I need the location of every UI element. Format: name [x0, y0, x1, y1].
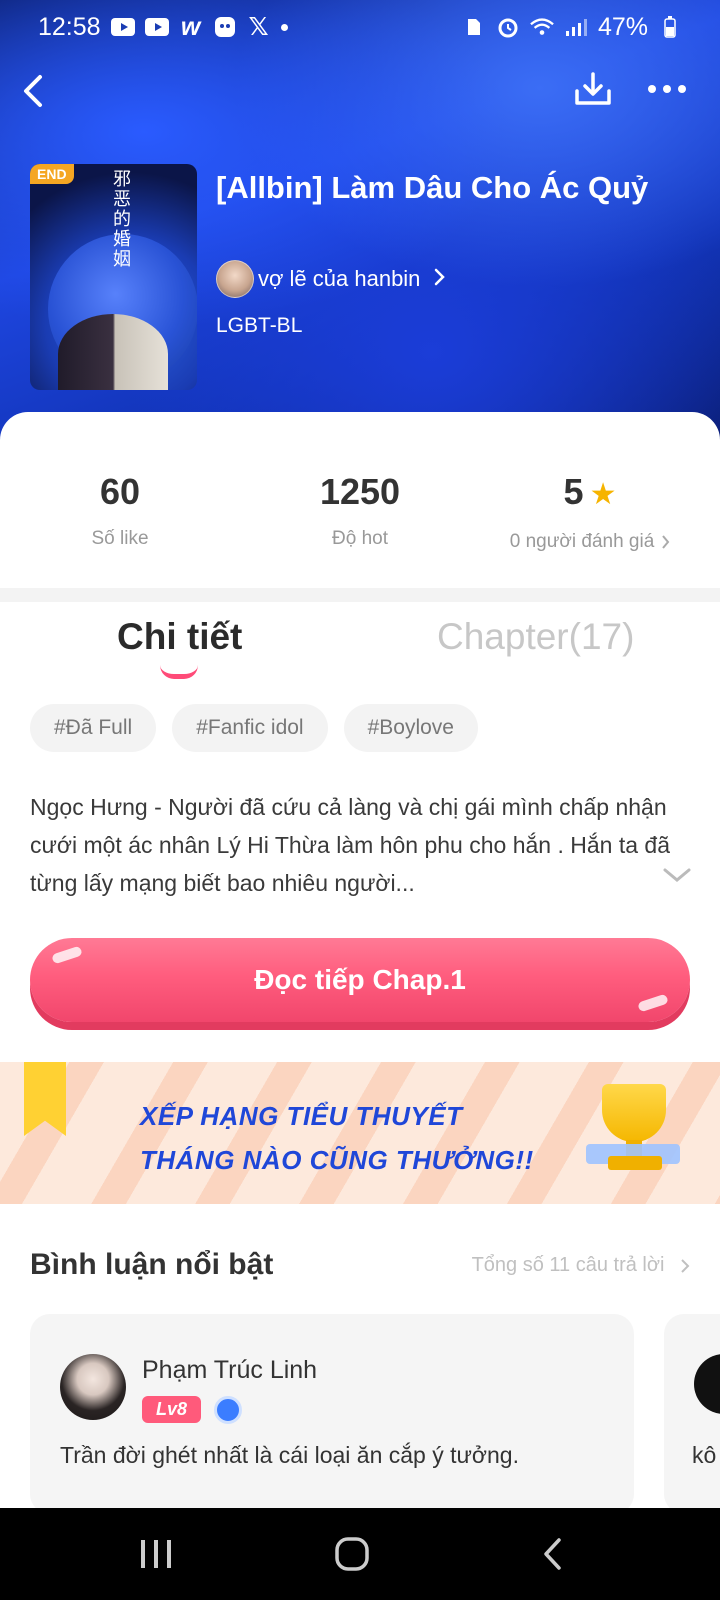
chevron-left-icon	[24, 75, 42, 107]
comments-header: Bình luận nổi bật Tổng số 11 câu trả lời	[30, 1248, 690, 1288]
home-icon	[335, 1537, 369, 1571]
stat-likes: 60 Số like	[0, 472, 240, 550]
continue-reading-label: Đọc tiếp Chap.1	[254, 964, 466, 995]
author-name: vợ lẽ của hanbin	[258, 266, 421, 291]
expand-description-button[interactable]	[660, 860, 694, 890]
author-avatar	[216, 260, 254, 298]
book-title: [Allbin] Làm Dâu Cho Ác Quỷ	[216, 170, 649, 205]
rating-label-row: 0 người đánh giá	[510, 531, 671, 553]
comments-total-link[interactable]: Tổng số 11 câu trả lời	[472, 1254, 690, 1277]
chevron-right-icon	[681, 1259, 690, 1273]
rating-count-label: 0 người đánh giá	[509, 531, 655, 552]
button-shine	[51, 945, 83, 965]
cover-title-art: 邪恶的婚姻	[113, 169, 131, 270]
comment-author: Phạm Trúc Linh	[142, 1356, 318, 1384]
chevron-down-icon	[663, 868, 691, 882]
tab-details[interactable]: Chi tiết	[117, 616, 242, 658]
tab-bar: Chi tiết Chapter(17)	[0, 602, 720, 692]
end-badge: END	[30, 164, 74, 184]
back-button[interactable]	[8, 66, 58, 116]
tag-chip[interactable]: #Đã Full	[30, 704, 157, 752]
section-divider	[0, 588, 720, 602]
more-options-button[interactable]	[642, 64, 692, 114]
book-detail-screen: 12:58 w 𝕏 47% 邪 恶 的 婚 姻 END [Allbin] Làm…	[0, 0, 720, 1600]
youtube-icon	[110, 16, 135, 38]
recent-apps-icon	[141, 1540, 171, 1568]
star-icon: ★	[589, 478, 617, 511]
avatar	[694, 1354, 720, 1414]
verified-badge-icon	[214, 1396, 242, 1424]
tag-list: #Đã Full #Fanfic idol #Boylove	[30, 704, 478, 752]
chevron-right-icon	[434, 266, 446, 292]
comment-card[interactable]: Phạm Trúc Linh Lv8 Trần đời ghét nhất là…	[30, 1314, 634, 1514]
recent-apps-button[interactable]	[126, 1528, 186, 1580]
chevron-right-icon	[662, 535, 670, 549]
signal-icon	[564, 16, 588, 38]
book-description: Ngọc Hưng - Người đã cứu cả làng và chị …	[30, 794, 670, 896]
comment-text: Trần đời ghét nhất là cái loại ăn cắp ý …	[60, 1442, 519, 1468]
banner-line-2: THÁNG NÀO CŨNG THƯỞNG!!	[140, 1145, 534, 1175]
trophy-cup	[602, 1084, 666, 1142]
battery-icon	[658, 16, 682, 38]
status-left: 12:58 w 𝕏	[38, 13, 288, 42]
wifi-icon	[530, 16, 554, 38]
back-nav-icon	[544, 1538, 561, 1570]
button-shine	[637, 993, 669, 1013]
book-cover[interactable]: 邪恶的婚姻 END	[30, 164, 197, 390]
genre-label: LGBT-BL	[216, 314, 303, 337]
more-dots-icon	[648, 85, 686, 93]
hot-label: Độ hot	[332, 528, 388, 549]
author-link[interactable]: vợ lẽ của hanbin	[216, 260, 446, 298]
stat-hot: 1250 Độ hot	[240, 472, 480, 550]
tag-chip[interactable]: #Boylove	[343, 704, 478, 752]
status-time: 12:58	[38, 12, 101, 41]
tab-chapters[interactable]: Chapter(17)	[437, 616, 634, 658]
level-badge: Lv8	[142, 1396, 202, 1423]
comments-title: Bình luận nổi bật	[30, 1248, 274, 1281]
rating-value: 5	[563, 471, 584, 512]
comments-total-label: Tổng số 11 câu trả lời	[471, 1254, 665, 1276]
avatar	[60, 1354, 126, 1420]
continue-reading-button[interactable]: Đọc tiếp Chap.1	[30, 938, 690, 1022]
stats-row: 60 Số like 1250 Độ hot 5 ★ 0 người đánh g…	[0, 472, 720, 572]
download-icon	[575, 72, 611, 105]
battery-percent: 47%	[597, 12, 648, 41]
home-button[interactable]	[322, 1528, 382, 1580]
back-nav-button[interactable]	[522, 1528, 582, 1580]
content-sheet: 60 Số like 1250 Độ hot 5 ★ 0 người đánh g…	[0, 412, 720, 1600]
x-icon: 𝕏	[248, 13, 269, 41]
stat-rating[interactable]: 5 ★ 0 người đánh giá	[470, 472, 710, 553]
rating-row: 5 ★	[470, 472, 710, 515]
ribbon-icon	[24, 1062, 66, 1136]
comment-text: kô	[692, 1442, 717, 1468]
likes-count: 60	[99, 471, 141, 512]
download-button[interactable]	[568, 64, 618, 114]
hero-header: 12:58 w 𝕏 47% 邪 恶 的 婚 姻 END [Allbin] Làm…	[0, 0, 720, 440]
dot-icon	[280, 23, 288, 31]
app-icon	[213, 16, 237, 38]
status-right: 47%	[462, 13, 682, 42]
tab-indicator	[160, 665, 198, 679]
tag-chip[interactable]: #Fanfic idol	[172, 704, 328, 752]
cover-figures	[58, 314, 168, 390]
ranking-banner[interactable]: XẾP HẠNG TIỂU THUYẾT THÁNG NÀO CŨNG THƯỞ…	[0, 1062, 720, 1204]
alarm-icon	[496, 16, 520, 38]
banner-text: XẾP HẠNG TIỂU THUYẾT THÁNG NÀO CŨNG THƯỞ…	[140, 1094, 534, 1182]
hot-count: 1250	[319, 471, 401, 512]
likes-label: Số like	[91, 528, 149, 549]
wattpad-icon: w	[180, 12, 201, 41]
banner-line-1: XẾP HẠNG TIỂU THUYẾT	[140, 1101, 463, 1131]
system-navigation-bar	[0, 1508, 720, 1600]
trophy-base	[608, 1156, 662, 1170]
youtube-icon	[144, 16, 169, 38]
comment-card[interactable]: kô	[664, 1314, 720, 1514]
trophy-icon	[586, 1084, 680, 1184]
sim-icon	[462, 16, 486, 38]
top-bar	[0, 60, 720, 120]
status-bar: 12:58 w 𝕏 47%	[0, 0, 720, 54]
